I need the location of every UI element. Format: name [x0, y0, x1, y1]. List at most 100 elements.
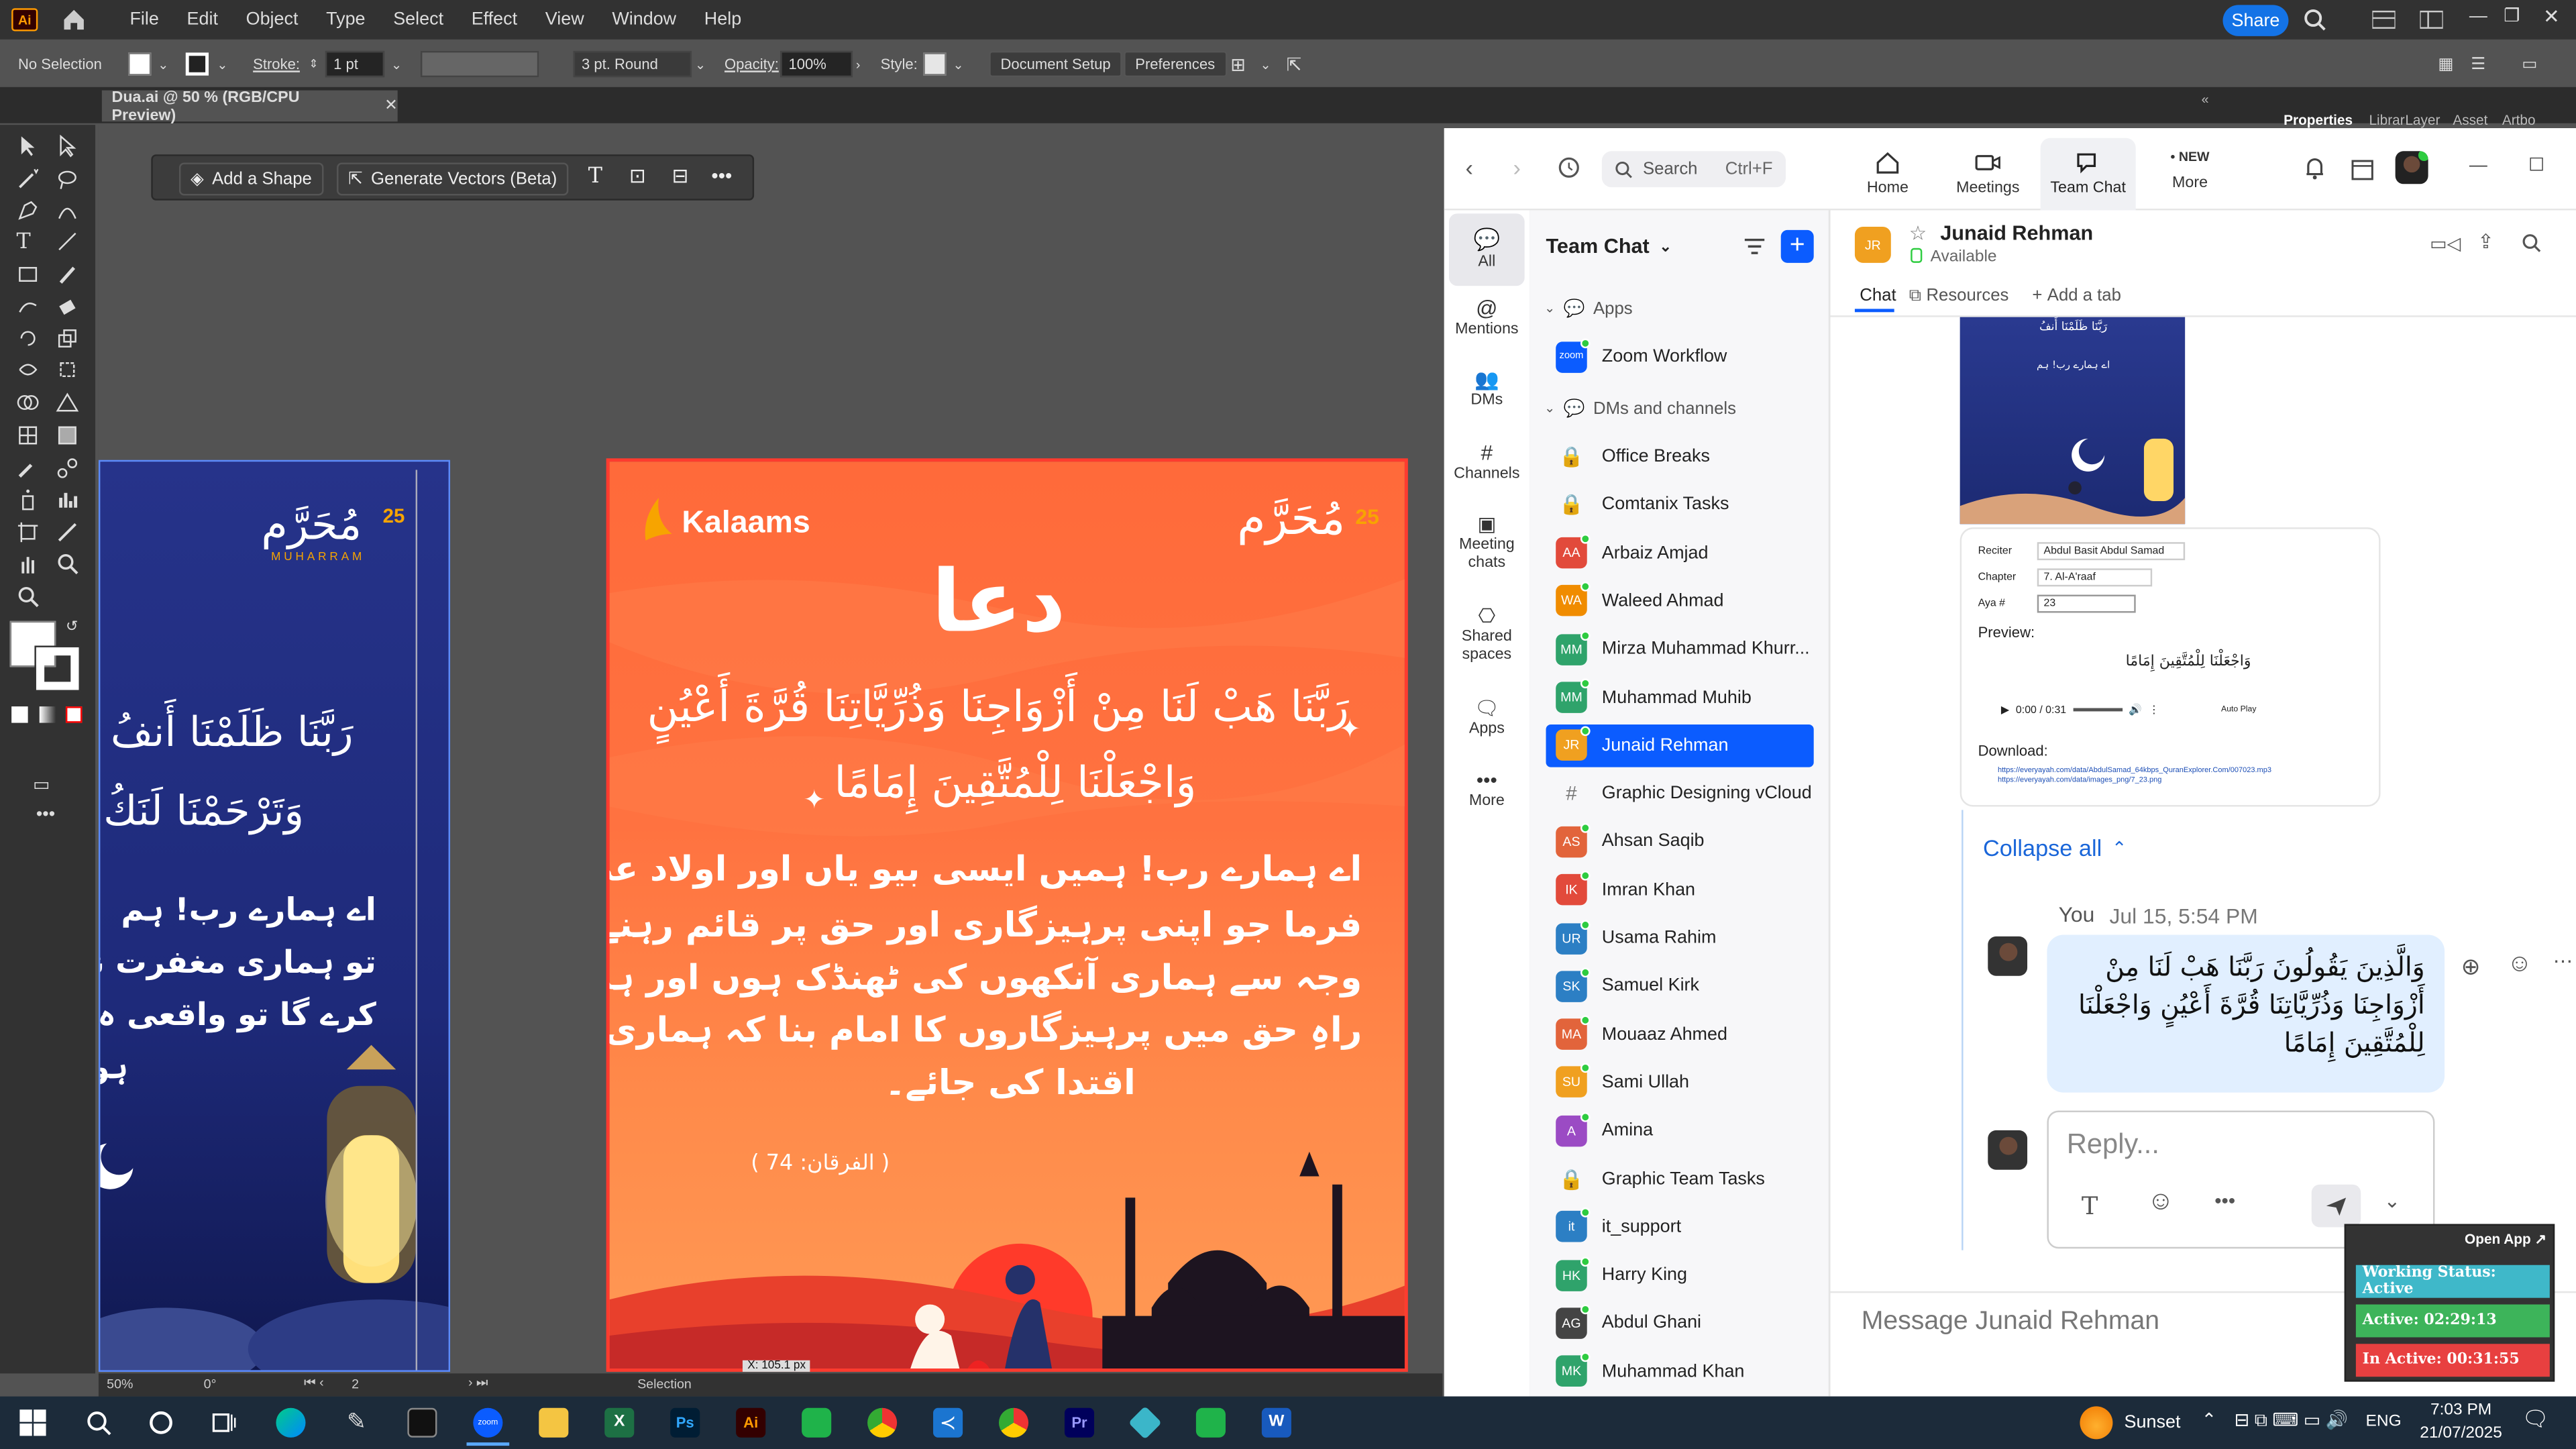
video-call-icon[interactable]: ▭◁: [2430, 233, 2461, 254]
stroke-color-swatch[interactable]: [34, 645, 81, 692]
sidebar-all[interactable]: 💬 All: [1449, 213, 1525, 286]
document-setup-button[interactable]: Document Setup: [989, 50, 1122, 78]
list-item[interactable]: MA Mouaaz Ahmed: [1546, 1013, 1814, 1056]
vscode-icon[interactable]: ≺: [933, 1407, 963, 1438]
paintbrush-tool-icon[interactable]: [56, 263, 78, 286]
more-tools-icon[interactable]: •••: [36, 805, 55, 824]
opacity-label[interactable]: Opacity:: [724, 49, 779, 78]
sender-avatar[interactable]: [1988, 936, 2028, 976]
area-type-icon[interactable]: ⊡: [629, 164, 646, 187]
premiere-icon[interactable]: Pr: [1064, 1407, 1095, 1438]
terminal-icon[interactable]: [407, 1407, 437, 1438]
history-icon[interactable]: [1558, 156, 1580, 179]
first-page-icon[interactable]: ⏮ ‹: [304, 1375, 324, 1391]
next-page-icon[interactable]: › ⏭: [468, 1375, 488, 1391]
send-button[interactable]: [2311, 1184, 2361, 1228]
calendar-icon[interactable]: [2351, 156, 2374, 181]
gradient-tool-icon[interactable]: [56, 424, 78, 447]
maximize-icon[interactable]: ❐: [2504, 5, 2520, 26]
panel-tab-artboards[interactable]: Artbo: [2502, 112, 2536, 128]
sunset-weather-icon[interactable]: [2080, 1406, 2113, 1440]
close-tab-icon[interactable]: ✕: [384, 97, 398, 115]
reciter-select[interactable]: Abdul Basit Abdul Samad: [2037, 542, 2186, 561]
list-item[interactable]: 🔒 Comtanix Tasks: [1546, 484, 1814, 527]
sidebar-more[interactable]: ••• More: [1444, 769, 1529, 810]
search-icon[interactable]: [84, 1408, 113, 1438]
composer-placeholder[interactable]: Message Junaid Rehman: [1862, 1307, 2159, 1337]
close-icon[interactable]: ✕: [2543, 5, 2560, 28]
type-tool-icon[interactable]: T: [16, 230, 39, 255]
column-graph-icon[interactable]: [56, 488, 78, 511]
artboard-left[interactable]: مُحَرَّم 25 MUHARRAM رَبَّنَا ظَلَمْنَا …: [98, 460, 451, 1372]
word-icon[interactable]: W: [1261, 1407, 1291, 1438]
team-chat-title[interactable]: Team Chat ⌄: [1546, 235, 1672, 258]
symbol-sprayer-icon[interactable]: [16, 488, 39, 511]
arrange-icon[interactable]: [2372, 10, 2396, 30]
add-shape-button[interactable]: ◈ Add a Shape: [178, 162, 323, 196]
collapse-all-button[interactable]: Collapse all ⌃: [1983, 835, 2127, 861]
edge-icon[interactable]: [276, 1407, 306, 1438]
transform-icon[interactable]: ⇱: [1287, 49, 1302, 78]
whatsapp-icon[interactable]: [802, 1407, 832, 1438]
eraser-tool-icon[interactable]: [56, 296, 78, 319]
windows-start-icon[interactable]: [18, 1408, 48, 1438]
chevron-down-icon[interactable]: ⌄: [953, 49, 963, 78]
language-indicator[interactable]: ENG: [2366, 1413, 2402, 1431]
contact-name[interactable]: Junaid Rehman: [1940, 222, 2093, 245]
search-icon[interactable]: [2522, 233, 2541, 253]
chrome-profile-icon[interactable]: [998, 1407, 1029, 1438]
shape-builder-icon[interactable]: [16, 391, 39, 414]
page-number[interactable]: 2: [352, 1377, 359, 1391]
gradient-mode-icon[interactable]: [39, 706, 56, 723]
pen-tool-icon[interactable]: [16, 199, 39, 221]
share-screen-icon[interactable]: ⇪: [2477, 230, 2494, 253]
chevron-down-icon[interactable]: ⌄: [695, 49, 706, 78]
align-icon[interactable]: ⊞: [1230, 49, 1246, 78]
chevron-down-icon[interactable]: ⌄: [2383, 1189, 2400, 1212]
illustrator-icon[interactable]: Ai: [736, 1407, 766, 1438]
style-swatch[interactable]: [923, 52, 947, 76]
panel-collapse-icon[interactable]: ▭: [2522, 49, 2537, 78]
photoshop-icon[interactable]: Ps: [670, 1407, 700, 1438]
preferences-button[interactable]: Preferences: [1124, 50, 1227, 78]
document-tab[interactable]: Dua.ai @ 50 % (RGB/CPU Preview) ✕: [101, 88, 398, 124]
rectangle-tool-icon[interactable]: [16, 263, 39, 286]
emoji-reaction-icon[interactable]: ☺: [2507, 950, 2532, 978]
list-item[interactable]: MM Muhammad Muhib: [1546, 676, 1814, 719]
nav-meetings[interactable]: Meetings: [1945, 151, 2031, 197]
stroke-label[interactable]: Stroke:: [253, 49, 300, 78]
maximize-icon[interactable]: ☐: [2528, 154, 2544, 176]
panel-tab-assets[interactable]: Asset: [2453, 112, 2487, 128]
menu-object[interactable]: Object: [246, 10, 299, 30]
artboard-tool-icon[interactable]: [16, 521, 39, 543]
sidebar-mentions[interactable]: @ Mentions: [1444, 296, 1529, 339]
list-item[interactable]: SK Samuel Kirk: [1546, 965, 1814, 1008]
cortana-icon[interactable]: [146, 1408, 176, 1438]
zoom-tool-icon[interactable]: [56, 552, 78, 575]
scale-tool-icon[interactable]: [56, 327, 78, 350]
list-item[interactable]: A Amina: [1546, 1110, 1814, 1152]
audio-progress[interactable]: [2072, 708, 2123, 712]
list-item[interactable]: # Graphic Designing vCloud: [1546, 772, 1814, 815]
list-item[interactable]: SU Sami Ullah: [1546, 1061, 1814, 1104]
download-link-2[interactable]: https://everyayah.com/data/images_png/7_…: [1998, 775, 2161, 784]
magic-wand-icon[interactable]: [16, 168, 39, 191]
audio-player[interactable]: ▶ 0:00 / 0:31 🔊 ⋮: [2001, 696, 2214, 722]
reply-icon[interactable]: ⊕: [2461, 953, 2481, 981]
weather-label[interactable]: Sunset: [2125, 1413, 2181, 1432]
line-tool-icon[interactable]: [56, 230, 78, 253]
notifications-icon[interactable]: 🗨: [2522, 1406, 2548, 1432]
sidebar-meeting-chats[interactable]: ▣ Meeting chats: [1444, 513, 1529, 572]
chevron-down-icon[interactable]: ⌄: [158, 49, 168, 78]
more-options-icon[interactable]: •••: [2214, 1189, 2235, 1212]
share-button[interactable]: Share: [2222, 5, 2289, 36]
slice-tool-icon[interactable]: [56, 521, 78, 543]
rotate-tool-icon[interactable]: [16, 327, 39, 350]
chevron-up-icon[interactable]: ⌃: [2202, 1409, 2217, 1431]
clock-date[interactable]: 21/07/2025: [2412, 1424, 2510, 1442]
image-icon[interactable]: ⊟: [672, 164, 689, 187]
type-icon[interactable]: T: [588, 164, 602, 189]
open-app-button[interactable]: Open App ↗: [2465, 1230, 2546, 1248]
list-item[interactable]: WA Waleed Ahmad: [1546, 580, 1814, 623]
forward-icon[interactable]: ›: [1513, 154, 1521, 180]
